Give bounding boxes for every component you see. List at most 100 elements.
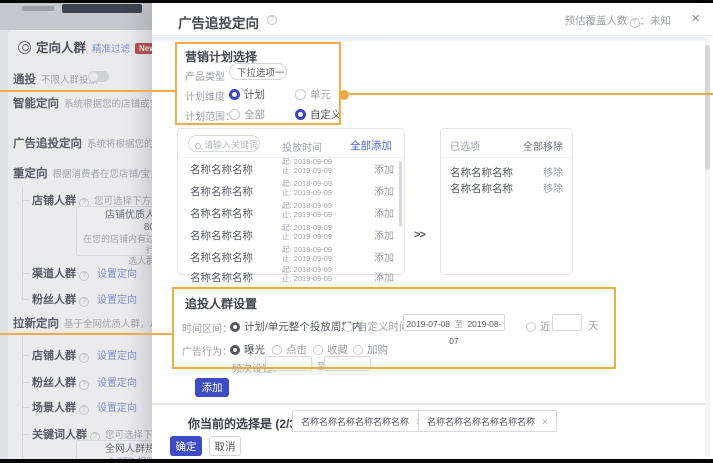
row-name: 名称名称名称 [190,230,253,242]
remove-row-button[interactable]: 移除 [543,180,563,195]
tag-text: 名称名称名称名称名称名称 [427,417,535,427]
precise-filter-link[interactable]: 精准过滤 [92,44,130,55]
radio-label: 曝光 [244,344,265,356]
sidebar-item-shop-audience-2[interactable]: 店铺人群 设置定向 [23,346,154,364]
frequency-min-input[interactable] [265,356,312,371]
radio-icon[interactable] [343,322,353,332]
row-name: 名称名称名称 [450,183,513,195]
sidebar-item-fans-audience-2[interactable]: 粉丝人群 设置定向 [23,373,154,391]
selection-tag[interactable]: 名称名称名称名称名称名称 × [418,410,557,432]
sidebar-item-smart-targeting[interactable]: 智能定向系统根据您的店铺或宝贝为您 [13,94,154,112]
radio-icon[interactable] [229,109,240,120]
row-name: 名称名称名称 [450,167,513,179]
sidebar-item-acquisition[interactable]: 拉新定向基于全网优质人群，从店铺/粉丝 [13,314,154,332]
add-row-button[interactable]: 添加 [374,205,394,220]
set-targeting-link[interactable]: 设置定向 [97,269,137,280]
date-separator: 至 [454,319,463,329]
radio-selected-icon[interactable] [230,322,240,332]
frequency-max-input[interactable] [324,356,371,371]
estimate-colon: ： [640,15,651,27]
title-help-icon[interactable] [267,15,277,25]
tree-branch [23,299,29,300]
item-label: 智能定向 [13,98,59,110]
estimate-help-icon[interactable] [630,18,640,28]
radio-option-plan[interactable]: 计划 [229,85,265,103]
radio-option-unit[interactable]: 单元 [295,85,331,103]
set-targeting-link[interactable]: 设置定向 [97,378,137,389]
table-row[interactable]: 名称名称名称 [190,268,253,286]
days-unit-label: 天 [588,318,599,333]
table-row[interactable]: 名称名称名称 [190,182,253,200]
sidebar-item-channel-audience[interactable]: 渠道人群 设置定向 [23,264,154,282]
card-line: 80 [83,222,154,234]
selected-row: 名称名称名称 [450,179,513,197]
add-row-button[interactable]: 添加 [374,249,394,264]
radio-icon[interactable] [353,345,363,355]
table-row[interactable]: 名称名称名称 [190,248,253,266]
item-label: 渠道人群 [32,268,76,280]
radio-selected-icon[interactable] [229,89,240,100]
radio-selected-icon[interactable] [295,109,306,120]
sidebar-item-tongtou[interactable]: 通投不限人群投放 [13,70,154,88]
radio-option-all[interactable]: 全部 [229,105,265,123]
add-row-button[interactable]: 添加 [374,183,394,198]
date-start: 2019-07-08 [407,319,450,329]
item-label: 拉新定向 [13,318,59,330]
recent-days-input[interactable] [552,314,582,331]
confirm-button[interactable]: 确定 [170,436,202,456]
sidebar-item-scene-audience[interactable]: 场景人群设置定向 [23,398,154,416]
remove-row-button[interactable]: 移除 [543,164,563,179]
radio-icon[interactable] [313,345,323,355]
keyword-audience-card[interactable]: 全网人群热 6 CTR 相似 [76,440,154,459]
set-targeting-link[interactable]: 设置定向 [97,403,137,414]
set-targeting-link[interactable]: 设置定向 [97,351,137,362]
row-dates: 起: 2018-09-09止: 2019-09-09 [282,246,332,263]
search-input[interactable]: 请输入关键词 [188,135,260,152]
modal-scrollbar-thumb[interactable] [705,45,710,170]
radio-option-impression[interactable]: 曝光 [230,340,265,358]
sidebar-item-redirect[interactable]: 重定向根据消费者在您店铺/宝贝/内容等 [13,164,154,182]
sidebar-item-ad-retargeting[interactable]: 广告追投定向系统将根据您的店铺或宝贝 [13,134,154,152]
list-scrollbar[interactable] [399,161,402,227]
add-all-link[interactable]: 全部添加 [350,138,392,153]
item-label: 店铺人群 [32,350,76,362]
radio-selected-icon[interactable] [230,345,240,355]
item-label: 店铺人群 [32,195,76,207]
sidebar-item-fans-audience[interactable]: 粉丝人群设置定向 [23,290,154,308]
remove-all-link[interactable]: 全部移除 [523,138,563,153]
cancel-button[interactable]: 取消 [209,436,241,456]
date-range-input[interactable]: 2019-07-08 至 2019-08-07 [403,314,505,331]
add-button[interactable]: 添加 [195,378,229,397]
radio-option-custom[interactable]: 自定义 [295,105,342,123]
table-row[interactable]: 名称名称名称 [190,226,253,244]
modal-scrollbar-track[interactable] [705,39,710,457]
card-line: 店铺优质人 [83,210,154,222]
set-targeting-link[interactable]: 设置定向 [97,295,137,306]
shop-audience-card[interactable]: 店铺优质人 80 在您的店铺内有过行 选人群 [76,206,154,256]
radio-option-recent[interactable]: 近 [526,317,551,335]
add-row-button[interactable]: 添加 [374,269,394,284]
card-line: 6 CTR 相似 [83,456,154,459]
tag-text: 名称名称名称名称名称名称 [301,417,409,427]
selection-tag[interactable]: 名称名称名称名称名称名称× [292,410,431,432]
close-icon[interactable]: × [691,10,700,27]
row-dates: 起: 2018-09-09止: 2019-09-09 [282,224,332,241]
add-row-button[interactable]: 添加 [374,227,394,242]
tongtou-toggle[interactable] [88,71,109,82]
product-type-dropdown[interactable]: 下拉选项一 [229,63,287,80]
plan-range-label: 计划范围： [185,108,235,123]
table-row[interactable]: 名称名称名称 [190,160,253,178]
background-page-header [0,3,152,30]
item-label: 粉丝人群 [32,377,76,389]
radio-icon[interactable] [295,89,306,100]
help-icon [79,353,89,363]
radio-icon[interactable] [272,345,282,355]
add-row-button[interactable]: 添加 [374,161,394,176]
row-dates: 起: 2018-09-09止: 2019-09-09 [282,180,332,197]
radio-icon[interactable] [526,322,536,332]
tag-close-icon[interactable]: × [542,417,548,428]
move-right-icon[interactable]: >> [414,229,425,241]
estimate-label: 预估覆盖人数 [565,15,628,27]
tree-branch [23,407,29,408]
table-row[interactable]: 名称名称名称 [190,204,253,222]
